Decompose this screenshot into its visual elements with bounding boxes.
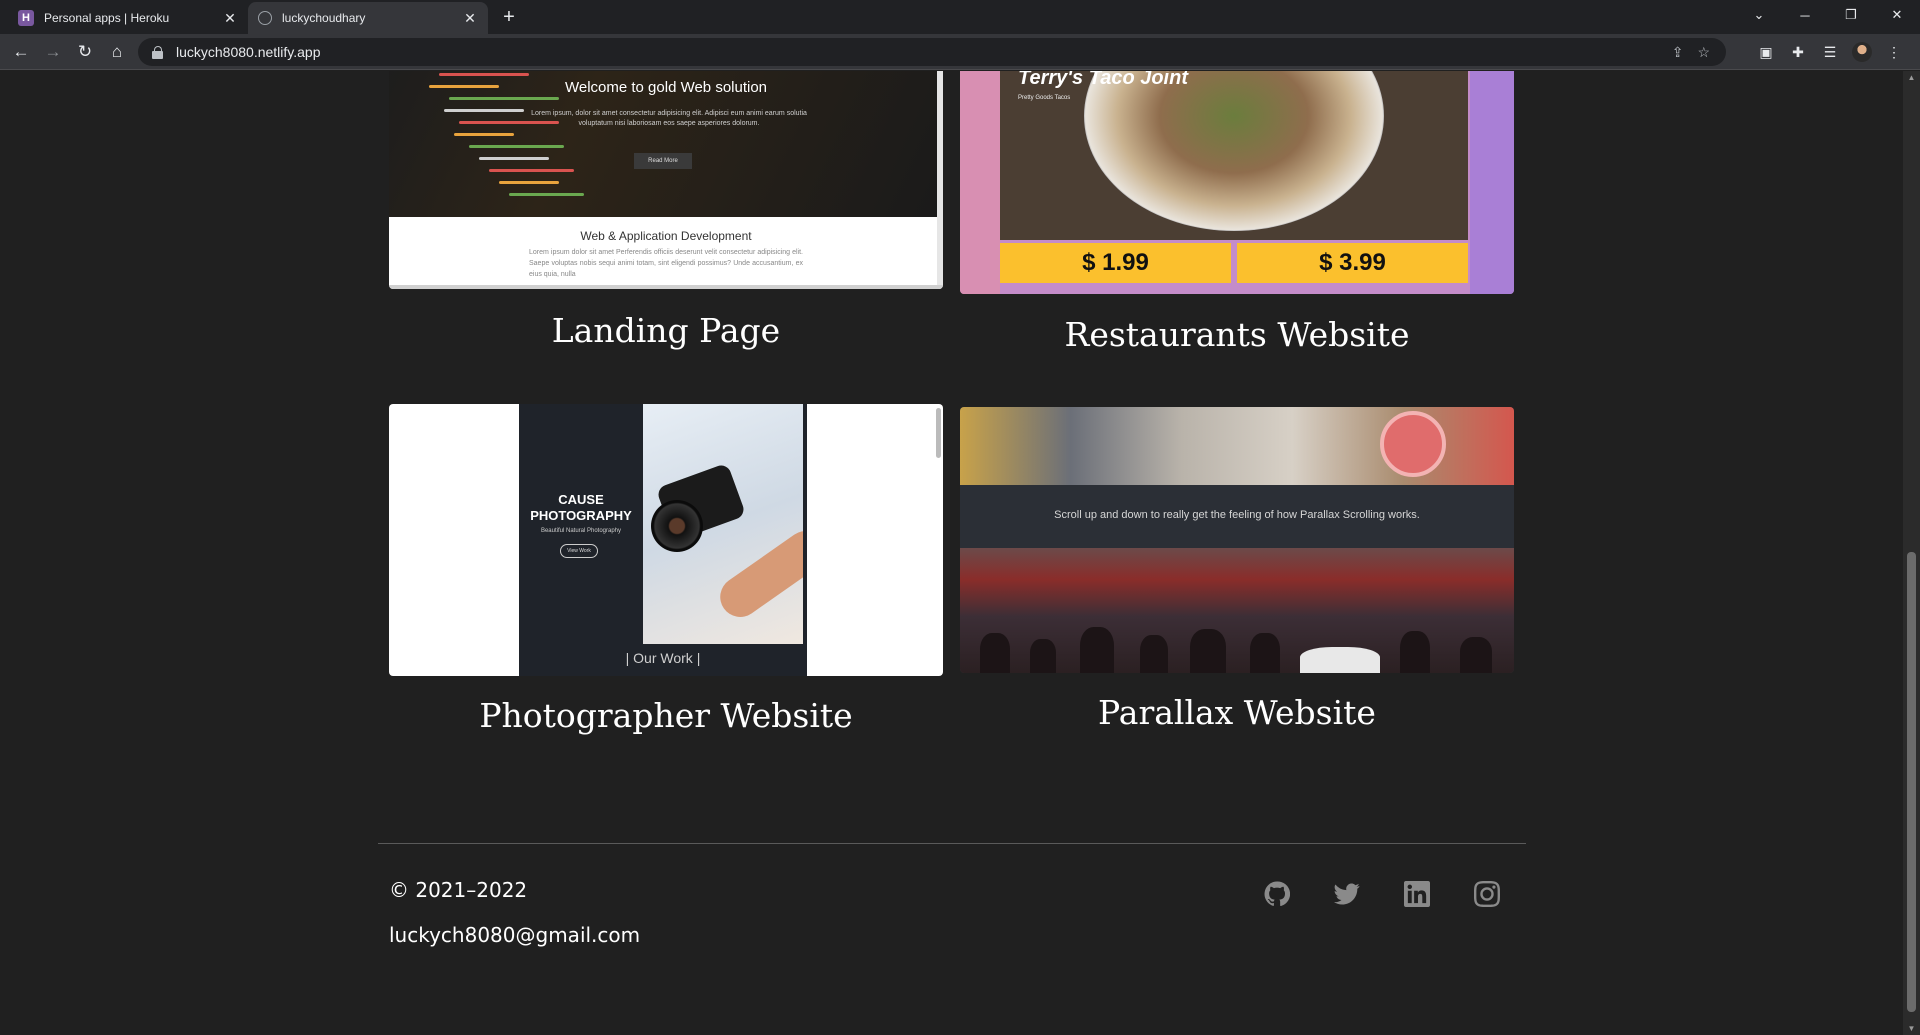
- shot-background-right: [1470, 71, 1514, 294]
- github-link[interactable]: [1263, 880, 1291, 908]
- menu-dots-icon[interactable]: ⋮: [1878, 39, 1910, 65]
- minimize-button[interactable]: ─: [1782, 0, 1828, 30]
- shot-section-heading: Web & Application Development: [580, 229, 752, 243]
- globe-icon: [258, 11, 272, 25]
- close-icon[interactable]: ✕: [222, 10, 238, 27]
- shot-bottom-bar: [389, 285, 943, 289]
- shot-subtext: Lorem ipsum, dolor sit amet consectetur …: [531, 110, 807, 127]
- url-text[interactable]: luckych8080.netlify.app: [176, 44, 321, 60]
- heroku-icon: H: [18, 10, 34, 26]
- omnibox-actions: ⇪ ☆: [1672, 38, 1710, 66]
- linkedin-icon: [1404, 881, 1430, 907]
- reading-list-icon[interactable]: ☰: [1814, 39, 1846, 65]
- close-icon[interactable]: ✕: [462, 10, 478, 27]
- times-square-crowd-image: [960, 548, 1514, 673]
- tab-luckychoudhary[interactable]: luckychoudhary ✕: [248, 2, 488, 34]
- shot-heading: Terry's Taco Joint: [1018, 71, 1188, 89]
- landing-page-screenshot[interactable]: Welcome to gold Web solution Lorem ipsum…: [389, 71, 943, 289]
- tab-heroku[interactable]: H Personal apps | Heroku ✕: [8, 2, 248, 34]
- parallax-website-screenshot[interactable]: Scroll up and down to really get the fee…: [960, 407, 1514, 673]
- shot-section-body: Lorem ipsum dolor sit amet Perferendis o…: [529, 249, 803, 278]
- project-title-restaurants[interactable]: Restaurants Website: [960, 315, 1514, 354]
- price-tag: $ 1.99: [1000, 243, 1231, 283]
- copyright-text: © 2021–2022: [389, 878, 528, 902]
- shot-heading: Welcome to gold Web solution: [564, 79, 768, 96]
- camera-lens-image: [651, 500, 703, 552]
- extensions-puzzle-icon[interactable]: ✚: [1782, 39, 1814, 65]
- forward-button[interactable]: →: [40, 39, 66, 65]
- shot-subtext: Beautiful Natural Photography: [540, 528, 622, 534]
- restaurant-website-screenshot[interactable]: Terry's Taco Joint Pretty Goods Tacos $ …: [960, 71, 1514, 294]
- instagram-link[interactable]: [1473, 880, 1501, 908]
- view-work-button: View Work: [560, 544, 598, 558]
- photographer-website-screenshot[interactable]: CAUSE PHOTOGRAPHY Beautiful Natural Phot…: [389, 404, 943, 676]
- close-window-button[interactable]: ✕: [1874, 0, 1920, 30]
- project-title-photographer[interactable]: Photographer Website: [389, 696, 943, 735]
- shot-band-text: Scroll up and down to really get the fee…: [1054, 509, 1420, 521]
- shot-section-heading: | Our Work |: [625, 650, 701, 666]
- price-tag: $ 3.99: [1237, 243, 1468, 283]
- shot-scrollbar: [936, 408, 941, 458]
- tab-search-icon[interactable]: ⌄: [1736, 0, 1782, 30]
- page-viewport: Welcome to gold Web solution Lorem ipsum…: [0, 71, 1903, 1035]
- back-button[interactable]: ←: [8, 39, 34, 65]
- window-controls: ⌄ ─ ❐ ✕: [1736, 0, 1920, 30]
- restore-button[interactable]: ❐: [1828, 0, 1874, 30]
- shot-subtext: Pretty Goods Tacos: [1018, 95, 1071, 101]
- profile-avatar[interactable]: [1852, 42, 1872, 62]
- toolbar-extensions: ▣ ✚ ☰ ⋮: [1750, 39, 1910, 65]
- tab-strip: H Personal apps | Heroku ✕ luckychoudhar…: [0, 0, 1920, 34]
- new-tab-button[interactable]: +: [498, 6, 520, 28]
- shot-heading: CAUSE PHOTOGRAPHY: [530, 492, 632, 523]
- github-icon: [1264, 881, 1290, 906]
- reload-button[interactable]: ↻: [72, 39, 98, 65]
- extension-icon[interactable]: ▣: [1750, 39, 1782, 65]
- page-scrollbar[interactable]: ▲ ▼: [1903, 71, 1920, 1035]
- browser-toolbar: ← → ↻ ⌂ luckych8080.netlify.app ⇪ ☆ ▣ ✚ …: [0, 34, 1920, 70]
- share-icon[interactable]: ⇪: [1672, 44, 1684, 61]
- scroll-up-arrow[interactable]: ▲: [1903, 73, 1920, 82]
- bookmark-star-icon[interactable]: ☆: [1697, 44, 1710, 61]
- noodle-bowl-image: [1084, 71, 1384, 231]
- lock-icon[interactable]: [152, 45, 164, 59]
- project-title-landing[interactable]: Landing Page: [389, 311, 943, 350]
- scrollbar-thumb[interactable]: [1907, 552, 1916, 1012]
- instagram-icon: [1474, 881, 1500, 907]
- shot-background-left: [960, 71, 1000, 294]
- email-link[interactable]: luckych8080@gmail.com: [389, 923, 640, 947]
- billboard-logo-image: [1380, 411, 1446, 477]
- read-more-button: Read More: [634, 153, 692, 169]
- scroll-down-arrow[interactable]: ▼: [1903, 1024, 1920, 1033]
- twitter-icon: [1334, 883, 1360, 905]
- camera-photo: [643, 404, 803, 644]
- tab-title: luckychoudhary: [282, 11, 366, 25]
- footer-divider: [378, 843, 1526, 844]
- tab-title: Personal apps | Heroku: [44, 11, 170, 25]
- project-title-parallax[interactable]: Parallax Website: [960, 693, 1514, 732]
- arm-image: [712, 523, 803, 625]
- twitter-link[interactable]: [1333, 880, 1361, 908]
- shot-scrollbar: [937, 71, 943, 289]
- address-bar[interactable]: luckych8080.netlify.app ⇪ ☆: [138, 38, 1726, 66]
- home-button[interactable]: ⌂: [104, 39, 130, 65]
- linkedin-link[interactable]: [1403, 880, 1431, 908]
